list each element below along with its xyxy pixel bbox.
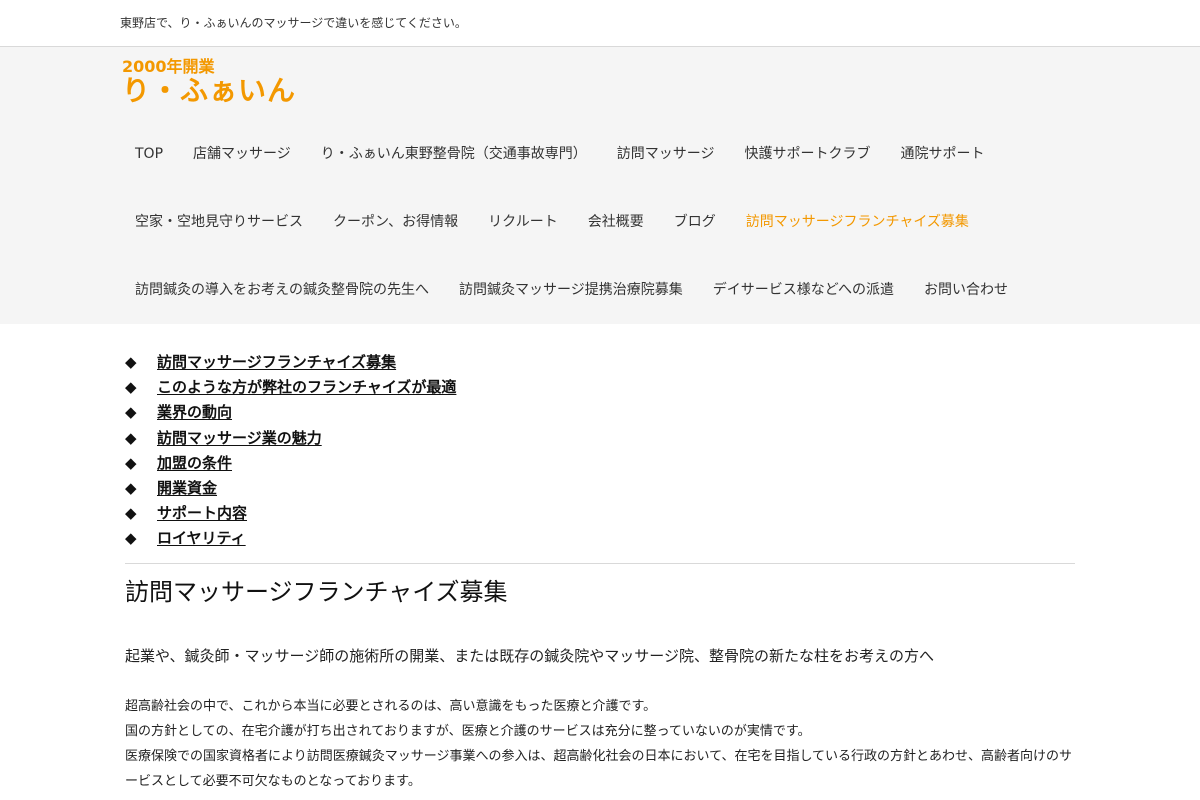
body-text: 超高齢社会の中で、これから本当に必要とされるのは、高い意識をもった医療と介護です… <box>125 694 1075 794</box>
nav-item-dayservice-dispatch[interactable]: デイサービス様などへの派遣 <box>698 280 909 300</box>
toc-label: サポート内容 <box>157 504 248 523</box>
nav-item-company[interactable]: 会社概要 <box>573 212 659 232</box>
toc-link-conditions[interactable]: ◆ 加盟の条件 <box>125 454 232 472</box>
nav-item-care-support-club[interactable]: 快護サポートクラブ <box>729 144 885 164</box>
nav-item-visit-massage[interactable]: 訪問マッサージ <box>602 144 730 164</box>
nav-item-partner-clinics[interactable]: 訪問鍼灸マッサージ提携治療院募集 <box>444 280 698 300</box>
toc-item: ◆ サポート内容 <box>125 501 456 526</box>
body-paragraph: 国の方針としての、在宅介護が打ち出されておりますが、医療と介護のサービスは充分に… <box>125 724 811 739</box>
global-nav-row-1: TOP 店舗マッサージ り・ふぁいん東野整骨院（交通事故専門） 訪問マッサージ … <box>120 144 999 164</box>
toc-item: ◆ ロイヤリティ <box>125 526 456 551</box>
nav-item-franchise[interactable]: 訪問マッサージフランチャイズ募集 <box>731 212 984 232</box>
toc-item: ◆ 訪問マッサージフランチャイズ募集 <box>125 350 456 375</box>
toc-link-franchise[interactable]: ◆ 訪問マッサージフランチャイズ募集 <box>125 353 396 371</box>
toc-label: 開業資金 <box>157 478 218 497</box>
diamond-bullet-icon: ◆ <box>125 504 137 523</box>
toc-item: ◆ 開業資金 <box>125 476 456 501</box>
toc-item: ◆ 訪問マッサージ業の魅力 <box>125 426 456 451</box>
nav-item-top[interactable]: TOP <box>120 144 178 164</box>
site-tagline: 東野店で、り・ふぁいんのマッサージで違いを感じてください。 <box>120 16 467 30</box>
body-paragraph: 超高齢社会の中で、これから本当に必要とされるのは、高い意識をもった医療と介護です… <box>125 699 657 714</box>
nav-item-blog[interactable]: ブログ <box>659 212 731 232</box>
toc-item: ◆ このような方が弊社のフランチャイズが最適 <box>125 375 456 400</box>
toc-label: 訪問マッサージフランチャイズ募集 <box>157 353 397 371</box>
nav-item-higashino-clinic[interactable]: り・ふぁいん東野整骨院（交通事故専門） <box>306 144 602 164</box>
toc-link-appeal[interactable]: ◆ 訪問マッサージ業の魅力 <box>125 429 322 447</box>
diamond-bullet-icon: ◆ <box>125 403 137 422</box>
section-divider <box>125 563 1075 564</box>
toc-link-royalty[interactable]: ◆ ロイヤリティ <box>125 529 246 547</box>
lead-text: 起業や、鍼灸師・マッサージ師の施術所の開業、または既存の鍼灸院やマッサージ院、整… <box>125 647 934 665</box>
toc-link-support[interactable]: ◆ サポート内容 <box>125 504 247 522</box>
logo-since-text: 2000年開業 <box>122 57 215 76</box>
page-title: 訪問マッサージフランチャイズ募集 <box>125 578 508 606</box>
toc-label: 加盟の条件 <box>157 453 233 472</box>
top-bar: 東野店で、り・ふぁいんのマッサージで違いを感じてください。 <box>0 0 1200 47</box>
nav-item-for-clinic-teachers[interactable]: 訪問鍼灸の導入をお考えの鍼灸整骨院の先生へ <box>120 280 444 300</box>
nav-item-visit-support[interactable]: 通院サポート <box>885 144 999 164</box>
body-paragraph: 医療保険での国家資格者により訪問医療鍼灸マッサージ事業への参入は、超高齢化社会の… <box>125 749 1073 789</box>
nav-item-store-massage[interactable]: 店舗マッサージ <box>178 144 306 164</box>
nav-item-recruit[interactable]: リクルート <box>473 212 573 232</box>
site-logo[interactable]: 2000年開業 り・ふぁいん <box>122 59 296 105</box>
site-header: 2000年開業 り・ふぁいん TOP 店舗マッサージ り・ふぁいん東野整骨院（交… <box>0 47 1200 324</box>
diamond-bullet-icon: ◆ <box>125 378 137 397</box>
toc-label: このような方が弊社のフランチャイズが最適 <box>157 378 457 397</box>
toc-label: 訪問マッサージ業の魅力 <box>157 428 322 447</box>
nav-item-contact[interactable]: お問い合わせ <box>909 280 1023 300</box>
nav-item-coupons[interactable]: クーポン、お得情報 <box>318 212 473 232</box>
diamond-bullet-icon: ◆ <box>125 478 137 497</box>
diamond-bullet-icon: ◆ <box>125 529 137 548</box>
table-of-contents: ◆ 訪問マッサージフランチャイズ募集 ◆ このような方が弊社のフランチャイズが最適 … <box>125 350 456 552</box>
global-nav-row-3: 訪問鍼灸の導入をお考えの鍼灸整骨院の先生へ 訪問鍼灸マッサージ提携治療院募集 デ… <box>120 280 1023 300</box>
toc-link-ideal-candidates[interactable]: ◆ このような方が弊社のフランチャイズが最適 <box>125 378 456 396</box>
diamond-bullet-icon: ◆ <box>125 453 137 472</box>
toc-item: ◆ 業界の動向 <box>125 400 456 425</box>
toc-link-industry-trends[interactable]: ◆ 業界の動向 <box>125 403 232 421</box>
toc-item: ◆ 加盟の条件 <box>125 451 456 476</box>
diamond-bullet-icon: ◆ <box>125 428 137 447</box>
toc-label: 業界の動向 <box>157 403 233 422</box>
diamond-bullet-icon: ◆ <box>125 353 137 371</box>
global-nav-row-2: 空家・空地見守りサービス クーポン、お得情報 リクルート 会社概要 ブログ 訪問… <box>120 212 984 232</box>
toc-label: ロイヤリティ <box>157 529 246 548</box>
nav-item-vacant-house-watch[interactable]: 空家・空地見守りサービス <box>120 212 318 232</box>
toc-link-funds[interactable]: ◆ 開業資金 <box>125 479 217 497</box>
logo-brand-text: り・ふぁいん <box>122 74 297 107</box>
